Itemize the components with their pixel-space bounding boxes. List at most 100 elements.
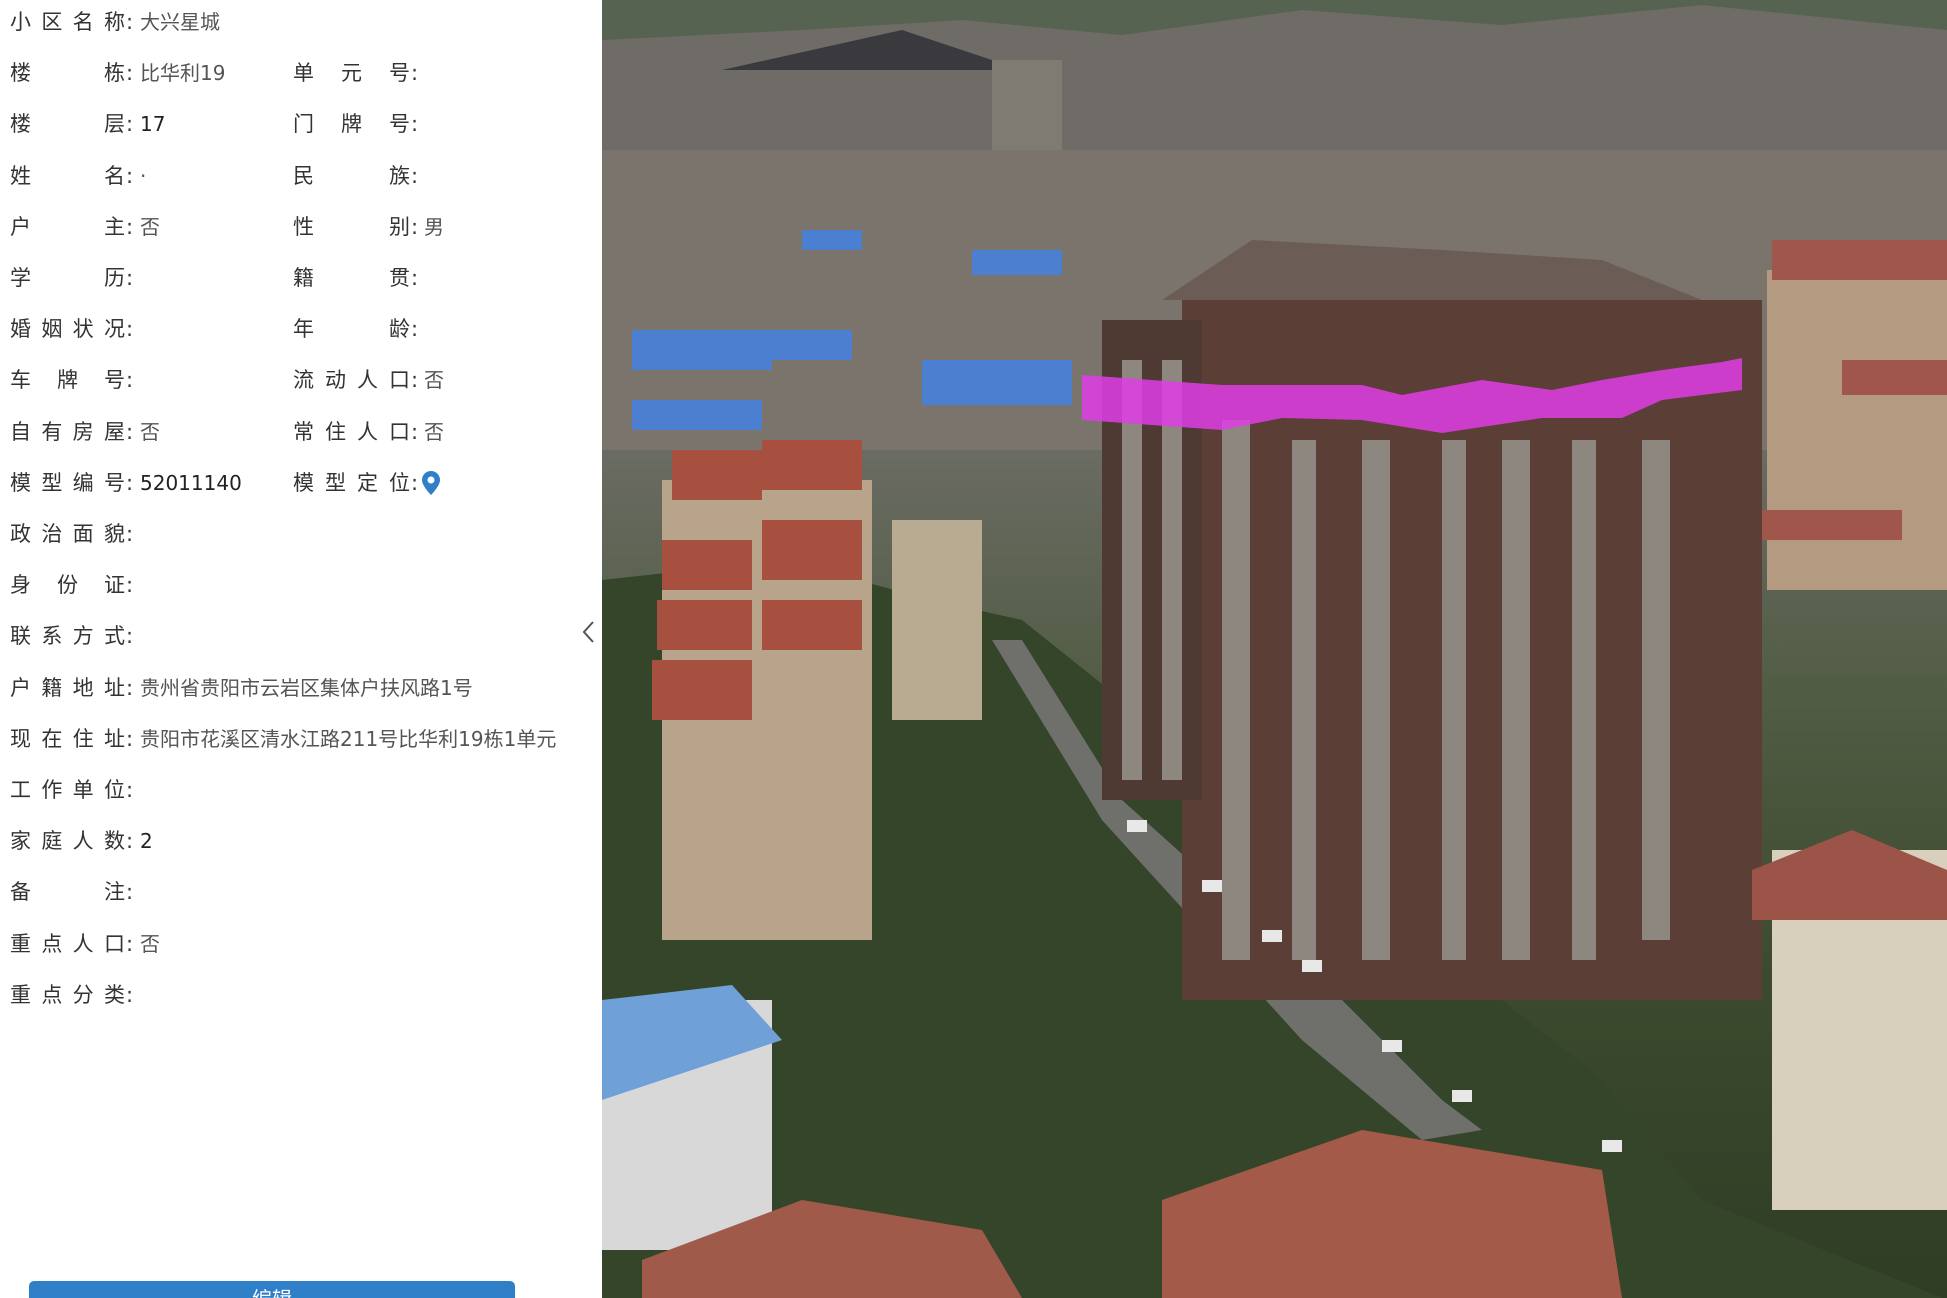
field-label: 家庭人数 [10,829,125,854]
field-label: 门牌号 [293,112,410,137]
label-colon: : [126,522,134,546]
label-colon: : [411,419,419,444]
info-row: 政治面貌: [0,514,602,554]
info-row: 楼栋: 比华利19 单元号: [0,53,602,93]
field-label: 自有房屋 [10,419,125,444]
label-colon: : [126,214,134,239]
right-building-roof [1752,830,1947,920]
field-label: 小区名称 [10,10,125,34]
field-label: 单元号 [293,61,410,86]
field-label: 工作单位 [10,778,125,802]
info-row: 户主:否性别:男 [0,207,602,247]
field-label: 年龄 [293,317,410,342]
field-value: 贵州省贵阳市云岩区集体户扶风路1号 [140,675,473,700]
field-value: 贵阳市花溪区清水江路211号比华利19栋1单元 [140,726,557,751]
info-row: 自有房屋:否常住人口:否 [0,412,602,452]
label-colon: : [126,368,134,393]
field-value: 男 [424,214,444,239]
field-label: 户籍地址 [10,675,125,700]
field-value: 否 [140,931,160,956]
chevron-left-icon [582,621,594,643]
field-label: 车牌号 [10,368,125,393]
label-colon: : [126,573,134,598]
label-colon: : [126,931,134,956]
label-colon: : [411,61,419,86]
field-label: 籍贯 [293,266,410,290]
label-colon: : [126,470,134,495]
field-label: 户主 [10,214,125,239]
field-label: 备注 [10,880,125,905]
label-colon: : [126,266,134,290]
center-building [892,520,982,720]
field-label: 性别 [293,214,410,239]
label-colon: : [411,470,419,495]
field-label: 模型定位 [293,470,410,495]
info-row: 户籍地址: 贵州省贵阳市云岩区集体户扶风路1号 [0,668,602,708]
info-row: 婚姻状况:年龄: [0,309,602,349]
field-label: 联系方式 [10,624,125,649]
label-colon: : [126,163,134,188]
field-value: 17 [140,112,166,137]
info-row: 楼层:17 门牌号: [0,104,602,144]
info-row: 重点分类: [0,975,602,1015]
field-label: 身份证 [10,573,125,598]
info-row: 身份证: [0,565,602,605]
map-pin-icon[interactable] [422,470,440,495]
label-colon: : [411,214,419,239]
info-row: 工作单位: [0,770,602,810]
edit-button[interactable]: 编辑 [29,1281,515,1298]
field-value: 否 [424,368,444,393]
info-row: 重点人口:否 [0,924,602,964]
info-row: 姓名: · 民族: [0,156,602,196]
label-colon: : [411,317,419,342]
label-colon: : [126,726,134,751]
label-colon: : [126,112,134,137]
field-label: 模型编号 [10,470,125,495]
label-colon: : [411,368,419,393]
field-label: 学历 [10,266,125,290]
info-row: 小区名称: 大兴星城 [0,2,602,42]
field-value: 2 [140,829,153,854]
field-value: · [140,163,147,188]
label-colon: : [411,266,419,290]
info-row: 现在住址: 贵阳市花溪区清水江路211号比华利19栋1单元 [0,719,602,759]
city-scene [602,0,1947,1298]
label-colon: : [126,419,134,444]
field-value: 否 [140,214,160,239]
field-value: 比华利19 [140,61,226,86]
info-row: 车牌号:流动人口:否 [0,360,602,400]
field-label: 婚姻状况 [10,317,125,342]
field-value: 否 [140,419,160,444]
label-colon: : [126,982,134,1007]
label-colon: : [126,61,134,86]
label-colon: : [126,10,134,34]
info-row: 备注: [0,872,602,912]
field-label: 楼层 [10,112,125,137]
main-tower [1102,240,1762,1000]
info-row: 模型编号:52011140 模型定位: [0,463,602,503]
label-colon: : [126,829,134,854]
label-colon: : [126,778,134,802]
info-row: 联系方式: [0,616,602,656]
field-label: 现在住址 [10,726,125,751]
info-row: 家庭人数:2 [0,821,602,861]
field-label: 楼栋 [10,61,125,86]
field-label: 姓名 [10,163,125,188]
field-value: 52011140 [140,470,242,495]
field-label: 重点分类 [10,982,125,1007]
label-colon: : [126,675,134,700]
label-colon: : [126,317,134,342]
field-label: 重点人口 [10,931,125,956]
field-value: 否 [424,419,444,444]
3d-map-view[interactable] [602,0,1947,1298]
info-row: 学历:籍贯: [0,258,602,298]
label-colon: : [126,624,134,649]
field-label: 政治面貌 [10,522,125,546]
field-label: 流动人口 [293,368,410,393]
right-building-top [1767,270,1947,590]
field-value: 大兴星城 [140,10,220,34]
label-colon: : [126,880,134,905]
collapse-panel-button[interactable] [575,614,601,650]
field-label: 常住人口 [293,419,410,444]
label-colon: : [411,163,419,188]
